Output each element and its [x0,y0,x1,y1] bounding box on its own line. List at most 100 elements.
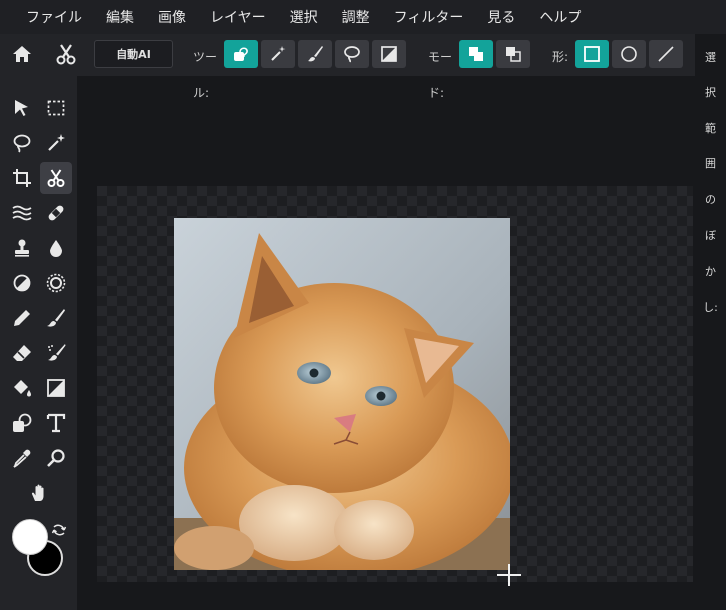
tool-shape[interactable] [6,407,38,439]
menu-file[interactable]: ファイル [26,7,82,27]
mode-label: モー [428,50,453,64]
menu-image[interactable]: 画像 [158,7,186,27]
tool-cut[interactable] [40,162,72,194]
magic-wand-icon [48,134,65,151]
feather-label-char: か [705,265,716,278]
tool-pencil[interactable] [6,302,38,334]
text-icon [46,413,66,433]
auto-ai-button[interactable]: 自動AI [94,40,173,68]
tool-magic-wand[interactable] [40,127,72,159]
brush-icon [308,46,323,62]
home-button[interactable] [8,40,36,68]
swap-arrows-icon [51,524,67,536]
mode-add-button[interactable] [459,40,493,68]
zoom-icon [47,449,65,467]
select-arrow-icon [15,100,28,116]
sun-icon [46,273,66,293]
scissors-icon [47,169,65,187]
paint-bucket-icon [14,380,31,397]
tool-move[interactable] [6,92,38,124]
shape-rectangle-button[interactable] [575,40,609,68]
tool-blur[interactable] [40,232,72,264]
gradient-square-icon [381,46,397,62]
feather-label-char: 択 [705,86,716,99]
tool-marquee[interactable] [40,92,72,124]
tool-clone-stamp[interactable] [6,232,38,264]
shape-line-button[interactable] [649,40,683,68]
mode-add-icon [469,47,483,61]
tool-sponge[interactable] [40,267,72,299]
spray-brush-icon [48,344,66,361]
lasso-icon [344,46,360,63]
mode-subtract-icon [506,47,521,62]
tool-label-cont: ル: [193,86,210,100]
swap-colors-button[interactable] [51,522,67,538]
tool-zoom[interactable] [40,442,72,474]
magic-wand-icon [271,46,286,61]
mode-label-cont: ド: [428,86,445,100]
menu-view[interactable]: 見る [487,7,515,27]
cut-tool-indicator[interactable] [50,40,82,68]
tool-lasso-button[interactable] [335,40,369,68]
feather-label-char: 選 [705,51,716,64]
mode-subtract-button[interactable] [496,40,530,68]
menu-help[interactable]: ヘルプ [539,7,581,27]
tool-fill[interactable] [6,372,38,404]
feather-label-char: し: [703,301,718,314]
bandage-icon [48,205,64,221]
brush-icon [47,309,65,327]
lasso-fill-icon [234,47,248,61]
options-bar: 自動AI ツー モー 形: [0,34,726,76]
crosshair-cursor [497,564,521,586]
scissors-icon [56,44,76,65]
tool-spray[interactable] [40,337,72,369]
foreground-color-swatch[interactable] [12,519,48,555]
tool-gradient-button[interactable] [372,40,406,68]
tool-crop[interactable] [6,162,38,194]
tool-brush[interactable] [40,302,72,334]
tool-eyedropper[interactable] [6,442,38,474]
tool-label: ツー [193,50,218,64]
shape-ellipse-button[interactable] [612,40,646,68]
menu-layer[interactable]: レイヤー [210,7,266,27]
tool-magic-wand-button[interactable] [261,40,295,68]
tool-gradient[interactable] [40,372,72,404]
line-icon [658,46,674,62]
drop-icon [50,240,62,257]
ellipse-icon [621,46,637,62]
feather-label-char: ぼ [705,229,716,242]
tool-heal[interactable] [40,197,72,229]
tool-eraser[interactable] [6,337,38,369]
pencil-icon [14,310,30,326]
rectangle-icon [584,46,600,62]
home-icon [13,46,31,62]
kitten-photo [174,218,510,570]
shape-label: 形: [552,50,569,64]
stamp-icon [15,239,29,257]
menu-edit[interactable]: 編集 [106,7,134,27]
feather-label-char: 範 [705,122,716,135]
tool-dodge[interactable] [6,267,38,299]
menu-filter[interactable]: フィルター [394,7,464,27]
lasso-icon [13,134,31,153]
tools-panel [0,76,77,610]
feather-label-char: 囲 [705,157,716,170]
canvas-image-kitten[interactable] [174,218,510,570]
dodge-icon [13,274,31,292]
crop-icon [13,169,31,187]
menu-select[interactable]: 選択 [290,7,318,27]
gradient-icon [47,379,65,397]
liquify-icon [12,205,32,221]
tool-hand[interactable] [23,477,55,509]
tool-text[interactable] [40,407,72,439]
tool-liquify[interactable] [6,197,38,229]
hand-icon [31,484,44,501]
menu-adjust[interactable]: 調整 [342,7,370,27]
tool-lasso[interactable] [6,127,38,159]
marquee-icon [47,100,65,116]
tool-brush-button[interactable] [298,40,332,68]
eyedropper-icon [13,449,31,468]
tool-lasso-fill-button[interactable] [224,40,258,68]
shape-icon [13,413,32,432]
feather-label-char: の [705,193,716,206]
